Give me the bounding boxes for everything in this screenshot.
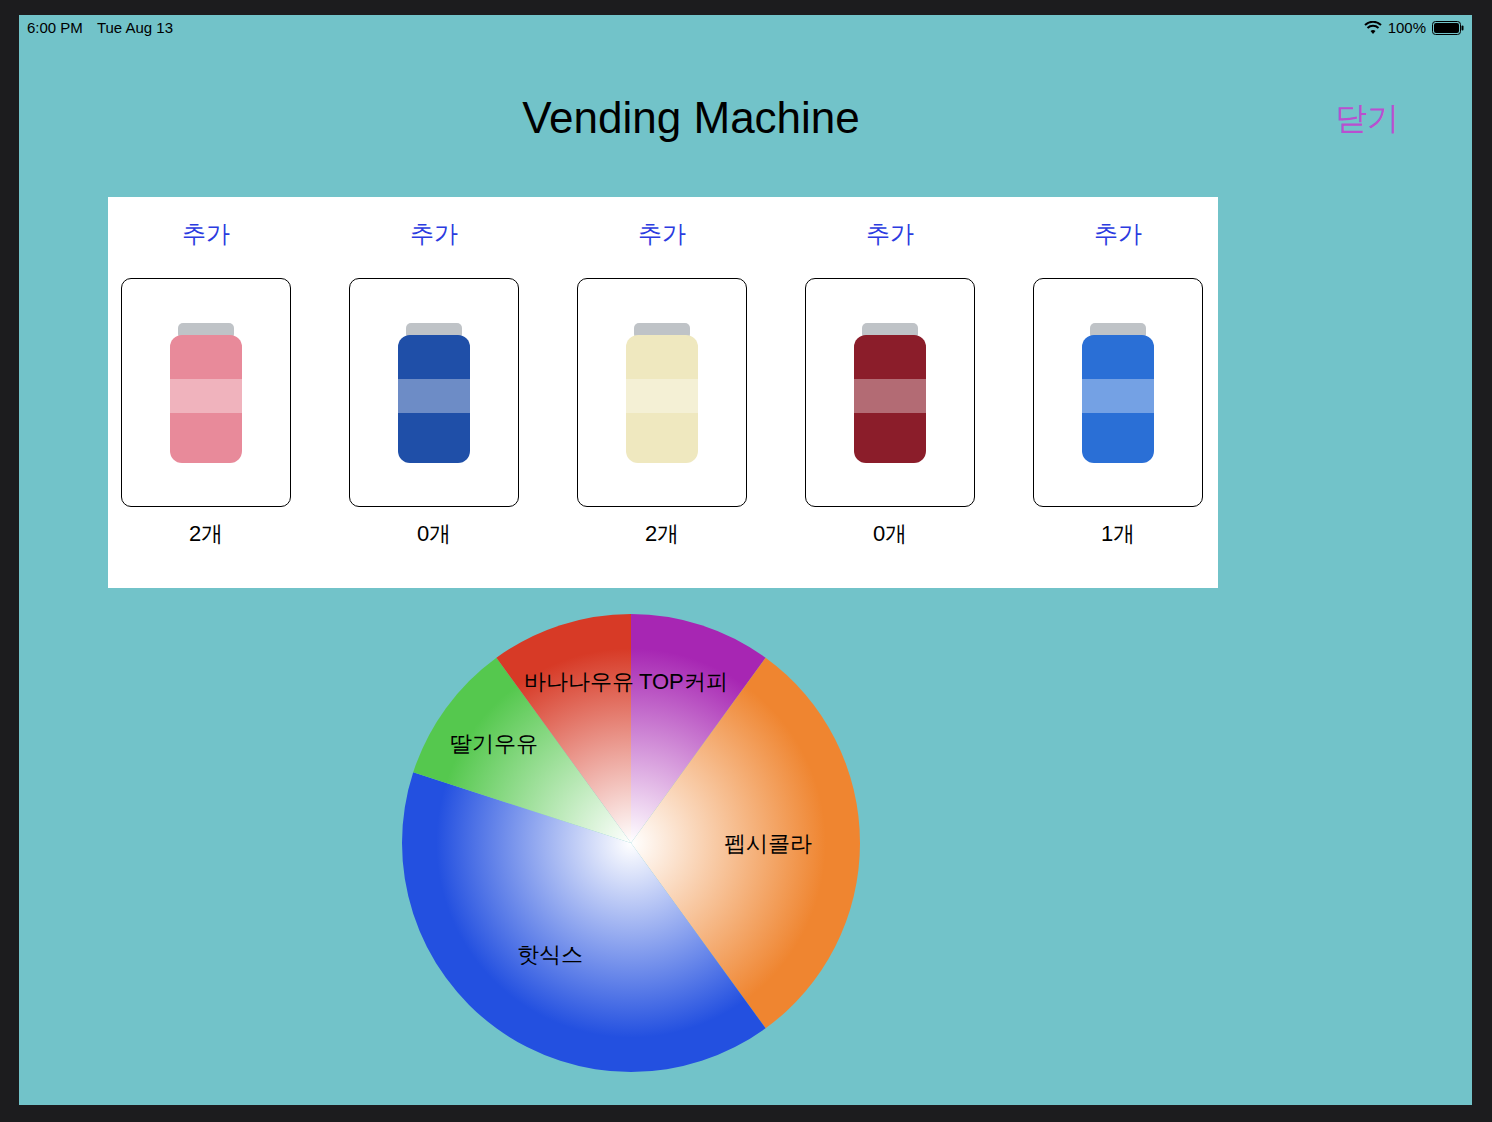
slice-label: 바나나우유 bbox=[524, 669, 634, 694]
pie-slice bbox=[496, 614, 631, 843]
add-button[interactable]: 추가 bbox=[1094, 219, 1142, 249]
product-image bbox=[156, 313, 256, 473]
product-column: 추가 2개 bbox=[121, 219, 291, 588]
product-card[interactable] bbox=[1033, 278, 1203, 507]
add-button[interactable]: 추가 bbox=[866, 219, 914, 249]
close-button[interactable]: 닫기 bbox=[1313, 94, 1421, 142]
slice-label: TOP커피 bbox=[639, 669, 728, 694]
product-column: 추가 1개 bbox=[1033, 219, 1203, 588]
add-button[interactable]: 추가 bbox=[182, 219, 230, 249]
product-column: 추가 2개 bbox=[577, 219, 747, 588]
product-column: 추가 0개 bbox=[805, 219, 975, 588]
product-column: 추가 0개 bbox=[349, 219, 519, 588]
slice-label: 딸기우유 bbox=[450, 731, 538, 756]
product-card[interactable] bbox=[349, 278, 519, 507]
slice-label: 핫식스 bbox=[517, 942, 583, 967]
header: Vending Machine 닫기 bbox=[19, 68, 1472, 168]
battery-level: 100% bbox=[1388, 17, 1426, 40]
stock-count: 2개 bbox=[189, 519, 223, 549]
page-title: Vending Machine bbox=[69, 85, 1313, 151]
app-screen: 6:00 PM Tue Aug 13 100% Vending Machine … bbox=[19, 15, 1472, 1105]
product-card[interactable] bbox=[577, 278, 747, 507]
stock-count: 0개 bbox=[873, 519, 907, 549]
sales-pie-chart: TOP커피펩시콜라핫식스 딸기우유 바나나우유 bbox=[400, 612, 1472, 1074]
wifi-icon bbox=[1364, 21, 1382, 35]
status-bar: 6:00 PM Tue Aug 13 100% bbox=[19, 15, 1472, 41]
stock-count: 1개 bbox=[1101, 519, 1135, 549]
product-card[interactable] bbox=[805, 278, 975, 507]
product-image bbox=[1068, 313, 1168, 473]
product-panel: 추가 2개 추가 0개 추가 2개 추가 0개 추가 1개 bbox=[108, 197, 1218, 588]
battery-icon bbox=[1432, 21, 1464, 35]
product-image bbox=[384, 313, 484, 473]
pie-chart: TOP커피펩시콜라핫식스 딸기우유 바나나우유 bbox=[400, 612, 862, 1074]
slice-label: 펩시콜라 bbox=[724, 831, 812, 856]
stock-count: 2개 bbox=[645, 519, 679, 549]
stock-count: 0개 bbox=[417, 519, 451, 549]
status-time: 6:00 PM bbox=[27, 17, 83, 40]
product-card[interactable] bbox=[121, 278, 291, 507]
product-image bbox=[840, 313, 940, 473]
add-button[interactable]: 추가 bbox=[638, 219, 686, 249]
status-date: Tue Aug 13 bbox=[97, 17, 173, 40]
product-image bbox=[612, 313, 712, 473]
add-button[interactable]: 추가 bbox=[410, 219, 458, 249]
